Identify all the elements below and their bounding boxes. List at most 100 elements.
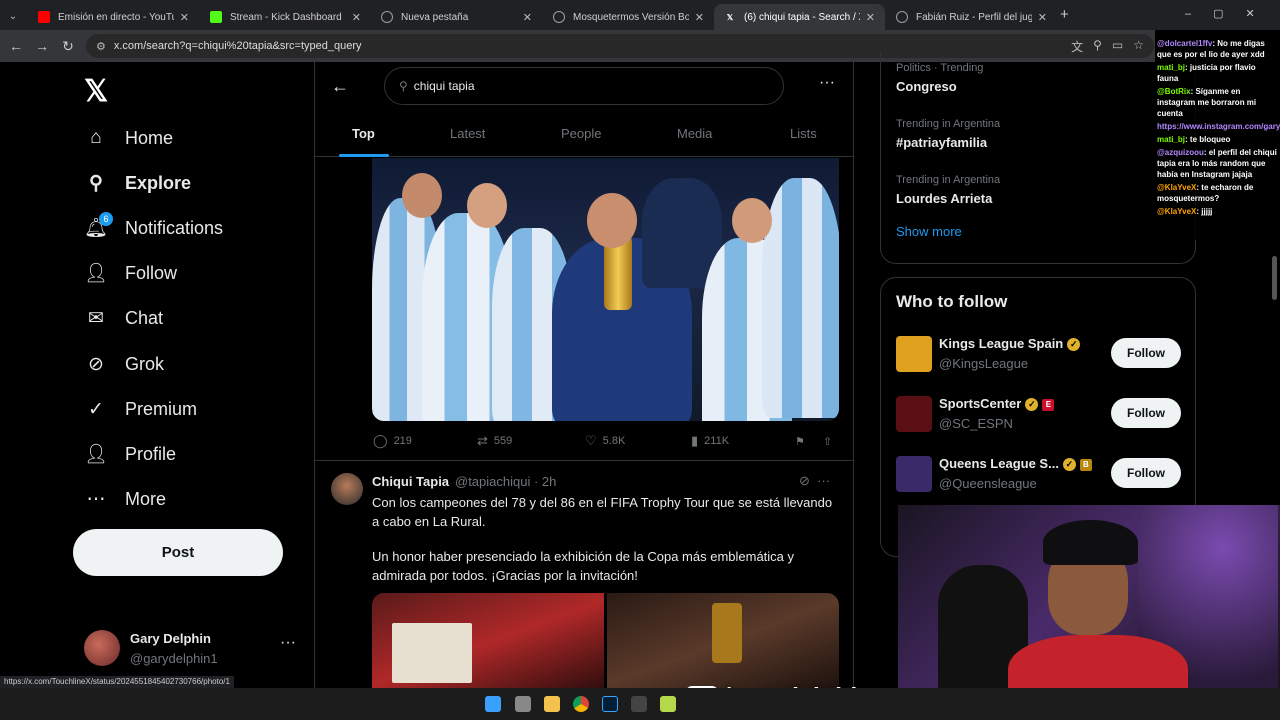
- globe-icon: [896, 11, 908, 23]
- trend-name[interactable]: Congreso: [896, 79, 957, 94]
- davinci-icon[interactable]: [631, 696, 647, 712]
- tab-search-button[interactable]: ⌄: [0, 11, 26, 22]
- follow-suggestion[interactable]: SportsCenter ✓ E @SC_ESPN Follow: [896, 394, 1186, 434]
- trend-category: Trending in Argentina: [896, 174, 1001, 186]
- sidebar-item-follow[interactable]: 👤︎ Follow: [84, 255, 177, 291]
- sidebar-item-grok[interactable]: ⊘ Grok: [84, 346, 164, 382]
- chat-username: @BotRix: [1157, 87, 1191, 96]
- sidebar-item-notifications[interactable]: 🔔︎ Notifications 6: [84, 210, 223, 246]
- x-logo[interactable]: 𝕏: [84, 74, 108, 109]
- views-action[interactable]: ▮ 211K: [691, 431, 729, 451]
- avatar[interactable]: [896, 396, 932, 432]
- tab-lists[interactable]: Lists: [790, 112, 817, 157]
- browser-tab[interactable]: Emisión en directo - YouTube Stu ✕: [28, 4, 199, 30]
- search-input[interactable]: ⚲ chiqui tapia: [384, 67, 784, 105]
- account-name: Gary Delphin: [130, 631, 211, 646]
- reply-action[interactable]: ◯ 219: [373, 431, 412, 451]
- sidebar-item-home[interactable]: ⌂ Home: [84, 120, 173, 156]
- search-header: ← ⚲ chiqui tapia ···: [315, 62, 853, 112]
- like-icon: ♡: [585, 433, 597, 448]
- tweet-text: Con los campeones del 78 y del 86 en el …: [372, 493, 842, 585]
- tab-top[interactable]: Top: [352, 112, 375, 157]
- avatar[interactable]: [896, 456, 932, 492]
- suggestion-name[interactable]: SportsCenter ✓ E: [939, 396, 1055, 411]
- site-info-icon[interactable]: ⚙: [96, 40, 106, 53]
- follow-suggestion[interactable]: Kings League Spain ✓ @KingsLeague Follow: [896, 334, 1186, 374]
- reload-icon[interactable]: ↻: [55, 38, 81, 55]
- trend-name[interactable]: Lourdes Arrieta: [896, 191, 992, 206]
- back-arrow-icon[interactable]: ←: [331, 76, 349, 97]
- sidebar-item-label: Notifications: [125, 217, 224, 238]
- close-tab-icon[interactable]: ✕: [352, 11, 361, 24]
- chat-username: mati_bj: [1157, 135, 1186, 144]
- show-more-link[interactable]: Show more: [896, 224, 962, 239]
- tweet[interactable]: Chiqui Tapia @tapiachiqui · 2h ⊘ ··· Con…: [315, 460, 853, 688]
- windows-start-icon[interactable]: [485, 696, 501, 712]
- tab-latest[interactable]: Latest: [450, 112, 485, 157]
- browser-tab[interactable]: Stream - Kick Dashboard ✕: [200, 4, 371, 30]
- verified-badge-icon: ✓: [1067, 338, 1081, 351]
- avatar[interactable]: [896, 336, 932, 372]
- tab-media[interactable]: Media: [677, 112, 712, 157]
- task-view-icon[interactable]: [515, 696, 531, 712]
- post-button[interactable]: Post: [73, 529, 283, 576]
- sidebar-item-premium[interactable]: ✓ Premium: [84, 391, 197, 427]
- repost-action[interactable]: ⇄ 559: [477, 431, 512, 451]
- share-icon[interactable]: ⇧: [823, 431, 832, 451]
- sidebar-item-profile[interactable]: 👤︎ Profile: [84, 436, 176, 472]
- browser-tab[interactable]: Mosquetermos Versión Bounce Cl ✕: [543, 4, 714, 30]
- forward-icon[interactable]: →: [29, 38, 55, 54]
- browser-tab[interactable]: Fabián Ruiz - Perfil del jugador 25/ ✕: [886, 4, 1057, 30]
- trend-name[interactable]: #patriayfamilia: [896, 135, 987, 150]
- chat-message: @dolcartel1ffv: No me digas que es por e…: [1157, 38, 1278, 60]
- grok-icon[interactable]: ⊘: [799, 473, 810, 488]
- sidebar-item-label: Explore: [125, 172, 192, 193]
- tab-people[interactable]: People: [561, 112, 601, 157]
- more-icon[interactable]: ···: [280, 634, 296, 652]
- close-tab-icon[interactable]: ✕: [523, 11, 532, 24]
- tweet-photo[interactable]: [372, 593, 839, 688]
- file-explorer-icon[interactable]: [544, 696, 560, 712]
- follow-button[interactable]: Follow: [1111, 398, 1181, 428]
- scrollbar-thumb[interactable]: [1272, 256, 1277, 300]
- who-to-follow-title: Who to follow: [896, 292, 1008, 311]
- photoshop-icon[interactable]: [602, 696, 618, 712]
- follow-button[interactable]: Follow: [1111, 338, 1181, 368]
- close-tab-icon[interactable]: ✕: [1038, 11, 1047, 24]
- sidebar-item-label: Premium: [125, 398, 198, 419]
- like-action[interactable]: ♡ 5.8K: [585, 431, 625, 451]
- sidebar-item-chat[interactable]: ✉ Chat: [84, 300, 163, 336]
- follow-button[interactable]: Follow: [1111, 458, 1181, 488]
- avatar[interactable]: [331, 473, 363, 505]
- app-icon[interactable]: [660, 696, 676, 712]
- suggestion-name[interactable]: Kings League Spain ✓: [939, 336, 1081, 351]
- notification-badge: 6: [99, 212, 113, 226]
- tweet-author-handle[interactable]: @tapiachiqui · 2h: [455, 474, 556, 489]
- back-icon[interactable]: ←: [3, 38, 29, 54]
- new-tab-button[interactable]: +: [1060, 6, 1069, 23]
- suggestion-name-text: SportsCenter: [939, 396, 1022, 411]
- follow-suggestion[interactable]: Queens League S... ✓ B @Queensleague Follow: [896, 454, 1186, 494]
- account-switcher[interactable]: Gary Delphin @garydelphin1 ···: [84, 628, 304, 674]
- browser-tab[interactable]: 𝕏 (6) chiqui tapia - Search / X ✕: [714, 4, 885, 30]
- more-options-icon[interactable]: ···: [819, 74, 835, 92]
- bookmark-icon[interactable]: ⚑: [795, 431, 805, 451]
- tweet-more-icon[interactable]: ⊘ ···: [799, 473, 830, 489]
- more-circle-icon: ⋯: [86, 488, 106, 510]
- sidebar-item-explore[interactable]: ⚲ Explore: [84, 165, 191, 201]
- close-tab-icon[interactable]: ✕: [180, 11, 189, 24]
- browser-tab[interactable]: Nueva pestaña ✕: [371, 4, 542, 30]
- left-sidebar: 𝕏 ⌂ Home ⚲ Explore 🔔︎ Notifications 6 👤︎ Follow ✉…: [0, 62, 314, 688]
- sidebar-item-more[interactable]: ⋯ More: [84, 481, 167, 517]
- suggestion-name-text: Kings League Spain: [939, 336, 1064, 351]
- os-taskbar: [0, 688, 1280, 720]
- close-tab-icon[interactable]: ✕: [866, 11, 875, 24]
- chrome-icon[interactable]: [573, 696, 589, 712]
- chat-link[interactable]: https://www.instagram.com/garydelphinfut…: [1157, 122, 1280, 131]
- tweet-photo[interactable]: [372, 158, 839, 421]
- suggestion-name[interactable]: Queens League S... ✓ B: [939, 456, 1092, 471]
- close-tab-icon[interactable]: ✕: [695, 11, 704, 24]
- tweet-author-name[interactable]: Chiqui Tapia: [372, 474, 449, 489]
- window-controls[interactable]: –▢✕: [1185, 7, 1277, 20]
- suggestion-handle: @Queensleague: [939, 476, 1037, 491]
